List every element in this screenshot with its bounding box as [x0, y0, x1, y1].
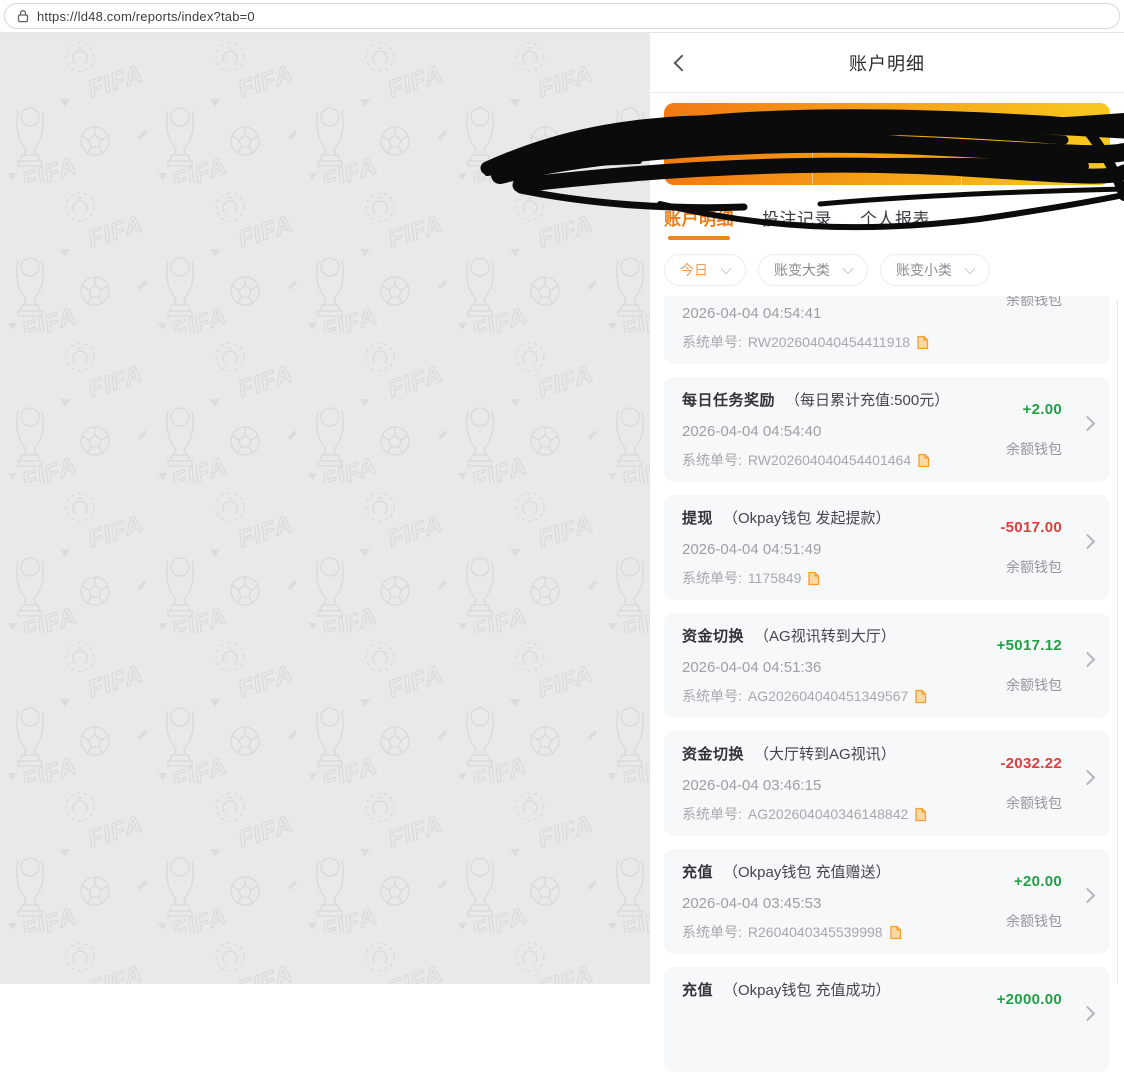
- scrollbar-track[interactable]: [1117, 300, 1118, 984]
- transaction-card[interactable]: 充值 （Okpay钱包 充值成功） +2000.00: [664, 967, 1110, 1072]
- chevron-down-icon: [720, 263, 731, 274]
- filter-date-range[interactable]: 今日: [664, 254, 746, 286]
- back-chevron-icon: [674, 55, 691, 72]
- chevron-down-icon: [964, 263, 975, 274]
- wallet-label: 余额钱包: [1006, 911, 1062, 931]
- transaction-type: 每日任务奖励: [682, 390, 775, 412]
- copy-icon[interactable]: [807, 571, 820, 586]
- account-detail-panel: 账户明细 累计充值 累计提现 累计领取 账户明细 投注记录 个人报表 今日 账变…: [650, 33, 1124, 984]
- transaction-type: 资金切换: [682, 626, 744, 648]
- transaction-order-row: 系统单号: RW202604040454411918: [682, 332, 1092, 352]
- chevron-down-icon: [842, 263, 853, 274]
- order-label: 系统单号:: [682, 804, 742, 824]
- lock-icon: [17, 9, 29, 23]
- filter-label: 账变大类: [774, 260, 830, 280]
- copy-icon[interactable]: [916, 335, 929, 350]
- browser-toolbar: https://ld48.com/reports/index?tab=0: [0, 0, 1124, 33]
- list-item-clipped-wrapper: 2026-04-04 04:54:41 系统单号: RW202604040454…: [664, 296, 1110, 364]
- filter-label: 今日: [680, 260, 708, 280]
- transaction-detail: （大厅转到AG视讯）: [754, 744, 896, 766]
- tab-personal-report[interactable]: 个人报表: [860, 205, 930, 240]
- summary-col-withdraw: 累计提现: [812, 118, 961, 185]
- fifa-watermark-background: FIFA FIFA: [0, 33, 650, 984]
- transaction-type: 提现: [682, 508, 713, 530]
- active-tab-underline: [668, 236, 730, 240]
- wallet-label: 余额钱包: [1006, 675, 1062, 695]
- filter-major-category[interactable]: 账变大类: [758, 254, 868, 286]
- copy-icon[interactable]: [914, 807, 927, 822]
- copy-icon[interactable]: [889, 925, 902, 940]
- wallet-label: 余额钱包: [1006, 296, 1062, 310]
- transaction-detail: （Okpay钱包 充值赠送）: [723, 862, 891, 884]
- transaction-card[interactable]: 每日任务奖励 （每日累计充值:500元） 2026-04-04 04:54:40…: [664, 377, 1110, 482]
- order-number: R2604040345539998: [748, 922, 883, 942]
- order-number: RW202604040454401464: [748, 450, 911, 470]
- summary-label: 累计充值: [664, 118, 812, 137]
- order-label: 系统单号:: [682, 450, 742, 470]
- transaction-detail: （Okpay钱包 发起提款）: [723, 508, 891, 530]
- summary-col-deposit: 累计充值: [664, 118, 812, 185]
- transaction-amount: +5017.12: [997, 637, 1062, 654]
- transaction-card[interactable]: 资金切换 （大厅转到AG视讯） 2026-04-04 03:46:15 系统单号…: [664, 731, 1110, 836]
- tab-label: 投注记录: [762, 210, 832, 229]
- tab-label: 账户明细: [664, 210, 734, 229]
- order-label: 系统单号:: [682, 332, 742, 352]
- summary-label: 累计提现: [813, 118, 961, 137]
- transaction-type: 充值: [682, 980, 713, 1002]
- panel-header: 账户明细: [650, 33, 1124, 93]
- transaction-amount: -5017.00: [1000, 519, 1062, 536]
- transaction-card[interactable]: 提现 （Okpay钱包 发起提款） 2026-04-04 04:51:49 系统…: [664, 495, 1110, 600]
- transaction-amount: +20.00: [1014, 873, 1062, 890]
- address-bar[interactable]: https://ld48.com/reports/index?tab=0: [4, 3, 1120, 29]
- wallet-label: 余额钱包: [1006, 793, 1062, 813]
- transaction-type: 充值: [682, 862, 713, 884]
- transaction-detail: （Okpay钱包 充值成功）: [723, 980, 891, 1002]
- order-number: 1175849: [748, 568, 801, 588]
- copy-icon[interactable]: [917, 453, 930, 468]
- transaction-card[interactable]: 充值 （Okpay钱包 充值赠送） 2026-04-04 03:45:53 系统…: [664, 849, 1110, 954]
- filter-label: 账变小类: [896, 260, 952, 280]
- summary-col-claimed: 累计领取: [961, 118, 1110, 185]
- back-button[interactable]: [672, 55, 698, 73]
- transaction-amount: +2000.00: [997, 991, 1062, 1008]
- wallet-label: 余额钱包: [1006, 439, 1062, 459]
- order-label: 系统单号:: [682, 568, 742, 588]
- order-label: 系统单号:: [682, 686, 742, 706]
- tab-bet-records[interactable]: 投注记录: [762, 205, 832, 240]
- url-text[interactable]: https://ld48.com/reports/index?tab=0: [37, 9, 255, 24]
- transaction-list: 2026-04-04 04:54:41 系统单号: RW202604040454…: [650, 296, 1124, 1072]
- order-number: AG202604040451349567: [748, 686, 908, 706]
- transaction-amount: +2.00: [1023, 401, 1062, 418]
- tab-account-detail[interactable]: 账户明细: [664, 205, 734, 240]
- chevron-right-icon[interactable]: [1080, 1006, 1096, 1022]
- transaction-type: 资金切换: [682, 744, 744, 766]
- order-number: RW202604040454411918: [748, 332, 910, 352]
- page-title: 账户明细: [849, 50, 925, 76]
- wallet-label: 余额钱包: [1006, 557, 1062, 577]
- transaction-detail: （AG视讯转到大厅）: [754, 626, 896, 648]
- filter-minor-category[interactable]: 账变小类: [880, 254, 990, 286]
- summary-totals-card: 累计充值 累计提现 累计领取: [664, 103, 1110, 185]
- transaction-card[interactable]: 2026-04-04 04:54:41 系统单号: RW202604040454…: [664, 296, 1110, 364]
- order-label: 系统单号:: [682, 922, 742, 942]
- summary-label: 累计领取: [962, 118, 1110, 137]
- order-number: AG202604040346148842: [748, 804, 908, 824]
- copy-icon[interactable]: [914, 689, 927, 704]
- tab-label: 个人报表: [860, 210, 930, 229]
- transaction-card[interactable]: 资金切换 （AG视讯转到大厅） 2026-04-04 04:51:36 系统单号…: [664, 613, 1110, 718]
- transaction-amount: -2032.22: [1000, 755, 1062, 772]
- report-tabs: 账户明细 投注记录 个人报表: [650, 185, 1124, 248]
- transaction-detail: （每日累计充值:500元）: [785, 390, 949, 412]
- filter-row: 今日 账变大类 账变小类: [650, 248, 1124, 296]
